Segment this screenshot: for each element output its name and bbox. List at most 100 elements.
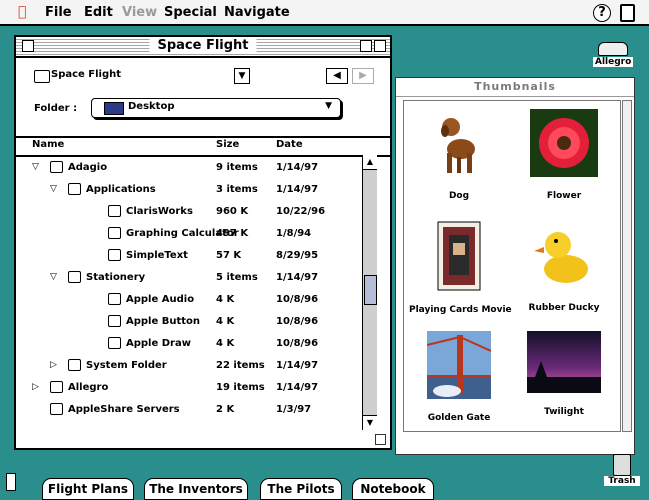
item-date: 10/8/96 [276, 316, 319, 327]
zoom-box-icon[interactable] [360, 40, 372, 52]
list-item[interactable]: SimpleText 57 K 8/29/95 [16, 245, 361, 267]
list-item[interactable]: ▽ Stationery 5 items 1/14/97 [16, 267, 361, 289]
item-name: System Folder [86, 360, 167, 371]
column-date[interactable]: Date [276, 139, 303, 150]
hard-disk-label: Allegro [593, 57, 633, 67]
menu-bar:  File Edit View Special Navigate ? [0, 0, 649, 26]
scroll-down-arrow-icon[interactable]: ▼ [363, 415, 377, 430]
thumbnail-caption: Playing Cards Movie [409, 305, 512, 315]
file-icon [108, 205, 121, 217]
item-name: Allegro [68, 382, 109, 393]
collapse-box-icon[interactable] [374, 40, 386, 52]
golden-gate-image [426, 331, 492, 399]
disclosure-closed-icon[interactable]: ▷ [32, 382, 39, 392]
list-item[interactable]: AppleShare Servers 2 K 1/3/97 [16, 399, 361, 421]
list-item[interactable]: ▽ Adagio 9 items 1/14/97 [16, 157, 361, 179]
item-name: Stationery [86, 272, 146, 283]
window-title: Space Flight [149, 38, 257, 53]
item-date: 10/8/96 [276, 294, 319, 305]
list-item[interactable]: ClarisWorks 960 K 10/22/96 [16, 201, 361, 223]
tab-flight-plans[interactable]: Flight Plans [42, 478, 134, 500]
menu-edit[interactable]: Edit [84, 5, 113, 20]
folder-select[interactable]: Desktop ▼ [91, 98, 341, 118]
control-strip-icon[interactable] [6, 473, 16, 491]
path-popup-button[interactable]: ▼ [234, 68, 250, 84]
trash-icon[interactable]: Trash [604, 454, 640, 486]
thumbnail-rubber-ducky[interactable]: Rubber Ducky [514, 221, 614, 313]
item-date: 1/14/97 [276, 184, 319, 195]
file-icon [108, 337, 121, 349]
item-name: Apple Button [126, 316, 201, 327]
menu-view[interactable]: View [122, 5, 157, 20]
disclosure-closed-icon[interactable]: ▷ [50, 360, 57, 370]
list-item[interactable]: Apple Audio 4 K 10/8/96 [16, 289, 361, 311]
item-size: 19 items [216, 382, 265, 393]
column-headers: Name Size Date [16, 137, 390, 157]
list-item[interactable]: ▷ Allegro 19 items 1/14/97 [16, 377, 361, 399]
item-name: Apple Audio [126, 294, 195, 305]
thumbnail-twilight[interactable]: Twilight [514, 331, 614, 417]
tab-notebook[interactable]: Notebook [352, 478, 434, 500]
disclosure-open-icon[interactable]: ▽ [32, 162, 39, 172]
thumbnail-caption: Dog [448, 191, 470, 201]
menu-file[interactable]: File [45, 5, 72, 20]
item-date: 1/8/94 [276, 228, 312, 239]
item-name: Applications [86, 184, 156, 195]
disclosure-open-icon[interactable]: ▽ [50, 184, 57, 194]
thumbnail-golden-gate[interactable]: Golden Gate [409, 331, 509, 423]
item-size: 2 K [216, 404, 235, 415]
item-date: 10/8/96 [276, 338, 319, 349]
list-item[interactable]: Graphing Calculator 497 K 1/8/94 [16, 223, 361, 245]
dog-image [427, 109, 491, 177]
folder-label: Folder : [34, 103, 78, 114]
folder-icon [68, 359, 81, 371]
column-name[interactable]: Name [32, 139, 64, 150]
folder-value: Desktop [128, 101, 175, 112]
item-size: 4 K [216, 316, 235, 327]
thumbnail-playing-cards[interactable]: Playing Cards Movie [409, 221, 512, 315]
column-size[interactable]: Size [216, 139, 239, 150]
menu-special[interactable]: Special [164, 5, 217, 20]
list-item[interactable]: ▷ System Folder 22 items 1/14/97 [16, 355, 361, 377]
tab-the-inventors[interactable]: The Inventors [144, 478, 248, 500]
item-size: 5 items [216, 272, 258, 283]
vertical-scrollbar[interactable]: ▲ ▼ [362, 155, 377, 430]
tab-the-pilots[interactable]: The Pilots [260, 478, 342, 500]
playing-cards-image [437, 221, 481, 291]
forward-button[interactable]: ▶ [352, 68, 374, 84]
disclosure-open-icon[interactable]: ▽ [50, 272, 57, 282]
list-item[interactable]: Apple Draw 4 K 10/8/96 [16, 333, 361, 355]
thumbnails-scrollbar[interactable] [622, 100, 632, 432]
close-box-icon[interactable] [22, 40, 34, 52]
file-icon [108, 293, 121, 305]
thumbnail-caption: Golden Gate [427, 413, 491, 423]
list-item[interactable]: ▽ Applications 3 items 1/14/97 [16, 179, 361, 201]
hard-disk-icon[interactable]: Allegro [593, 42, 633, 67]
menu-navigate[interactable]: Navigate [224, 5, 290, 20]
folder-icon [68, 271, 81, 283]
trash-can-icon [613, 454, 631, 476]
finder-toolbar: Space Flight ▼ ◀ ▶ Folder : Desktop ▼ [16, 58, 390, 138]
file-icon [108, 315, 121, 327]
scroll-up-arrow-icon[interactable]: ▲ [363, 155, 377, 170]
apple-menu-icon[interactable]:  [18, 4, 26, 20]
twilight-image [527, 331, 601, 393]
item-size: 57 K [216, 250, 242, 261]
file-icon [108, 227, 121, 239]
resize-handle-icon[interactable] [375, 434, 386, 445]
rubber-ducky-image [532, 221, 596, 289]
back-button[interactable]: ◀ [326, 68, 348, 84]
thumbnail-dog[interactable]: Dog [409, 109, 509, 201]
item-date: 1/14/97 [276, 360, 319, 371]
disk-icon [50, 381, 63, 393]
list-item[interactable]: Apple Button 4 K 10/8/96 [16, 311, 361, 333]
scroll-thumb[interactable] [364, 275, 377, 305]
thumbnail-flower[interactable]: Flower [514, 109, 614, 201]
window-title-bar[interactable]: Space Flight [16, 37, 390, 58]
help-icon[interactable]: ? [593, 4, 611, 22]
item-date: 1/14/97 [276, 162, 319, 173]
trash-label: Trash [604, 476, 640, 486]
finder-window: Space Flight Space Flight ▼ ◀ ▶ Folder :… [14, 35, 392, 450]
application-menu-icon[interactable] [620, 4, 635, 22]
thumbnail-caption: Flower [546, 191, 582, 201]
